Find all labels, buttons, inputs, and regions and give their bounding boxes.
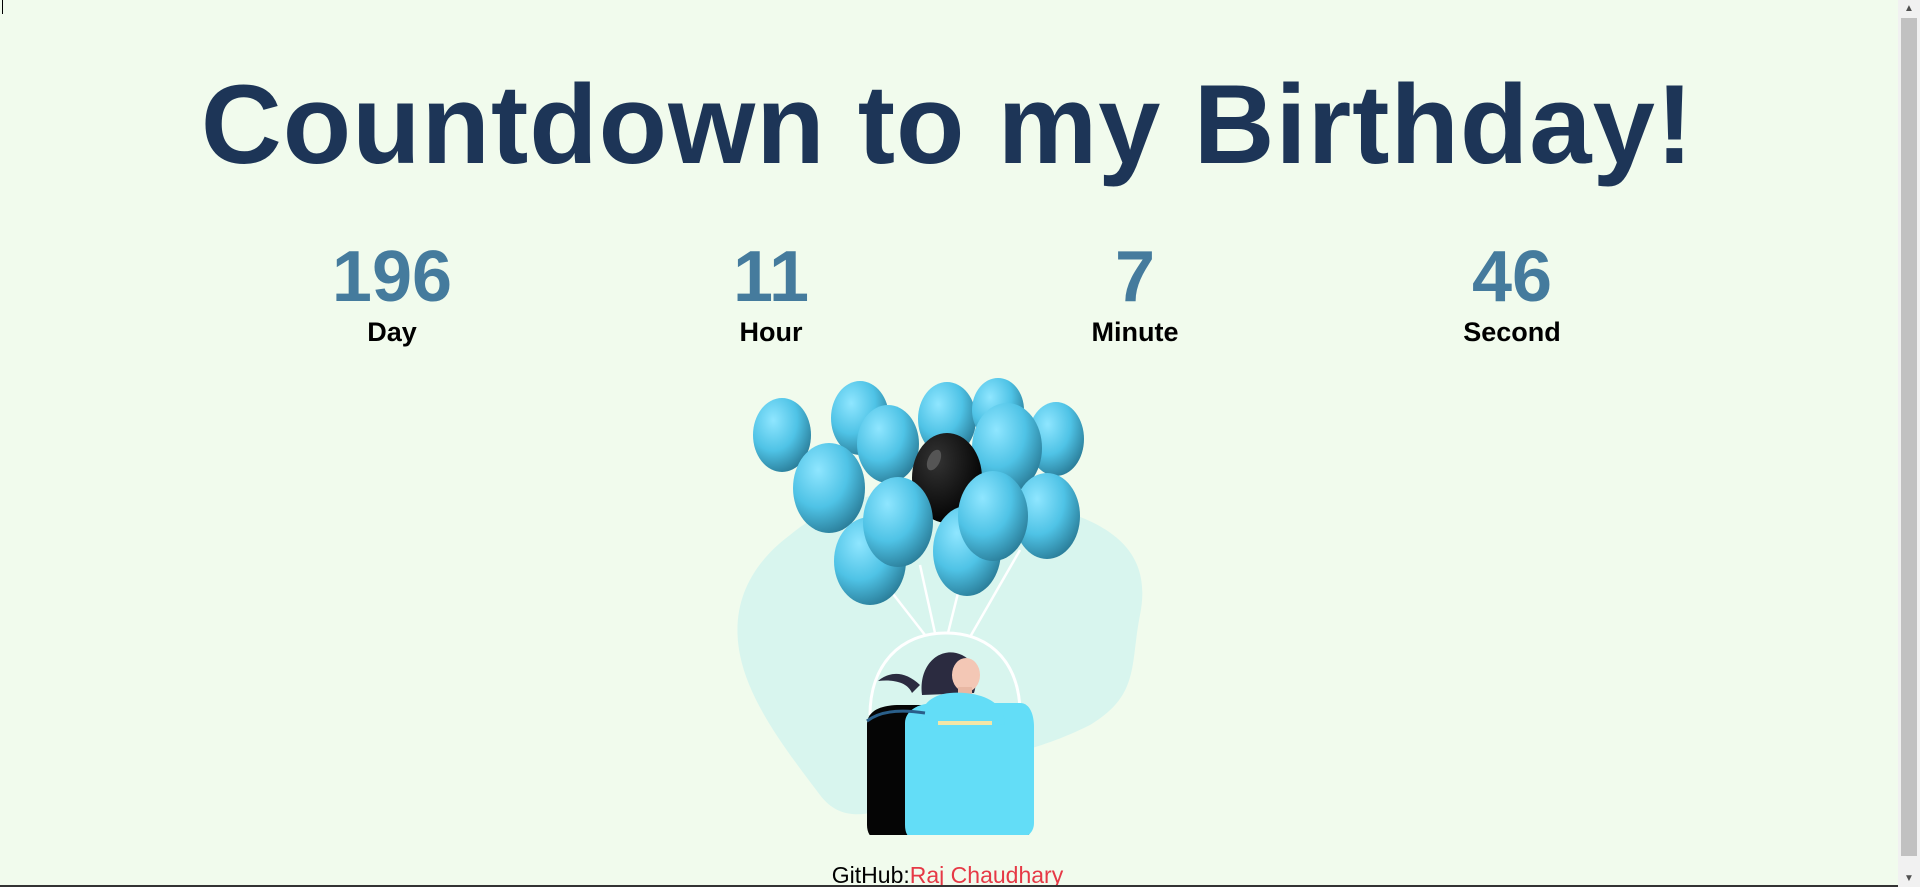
arrow-down-icon[interactable]: ▼ [1898,870,1920,887]
minutes-value: 7 [1114,237,1156,317]
seconds-value: 46 [1471,237,1553,317]
page-title: Countdown to my Birthday! [200,62,1695,187]
countdown-days: 196 Day [272,236,512,348]
footer: GitHub:Raj Chaudhary [0,860,1895,887]
hours-label: Hour [739,317,803,347]
countdown-hours: 11 Hour [651,236,891,348]
countdown-minutes: 7 Minute [1015,236,1255,348]
minutes-label: Minute [1091,317,1179,347]
countdown-seconds: 46 Second [1392,236,1632,348]
days-label: Day [367,317,417,347]
text-caret [2,0,3,14]
hours-value: 11 [732,237,810,317]
arrow-up-icon[interactable]: ▲ [1898,0,1920,17]
balloon-basket-illustration [737,378,1143,835]
vertical-scrollbar[interactable]: ▲ ▼ [1898,0,1920,887]
footer-prefix: GitHub: [831,862,910,887]
page: Countdown to my Birthday! 196 Day 11 Hou… [0,0,1920,887]
days-value: 196 [331,237,453,317]
scrollbar-thumb[interactable] [1901,18,1917,856]
github-link[interactable]: Raj Chaudhary [910,862,1063,887]
seconds-label: Second [1463,317,1561,347]
